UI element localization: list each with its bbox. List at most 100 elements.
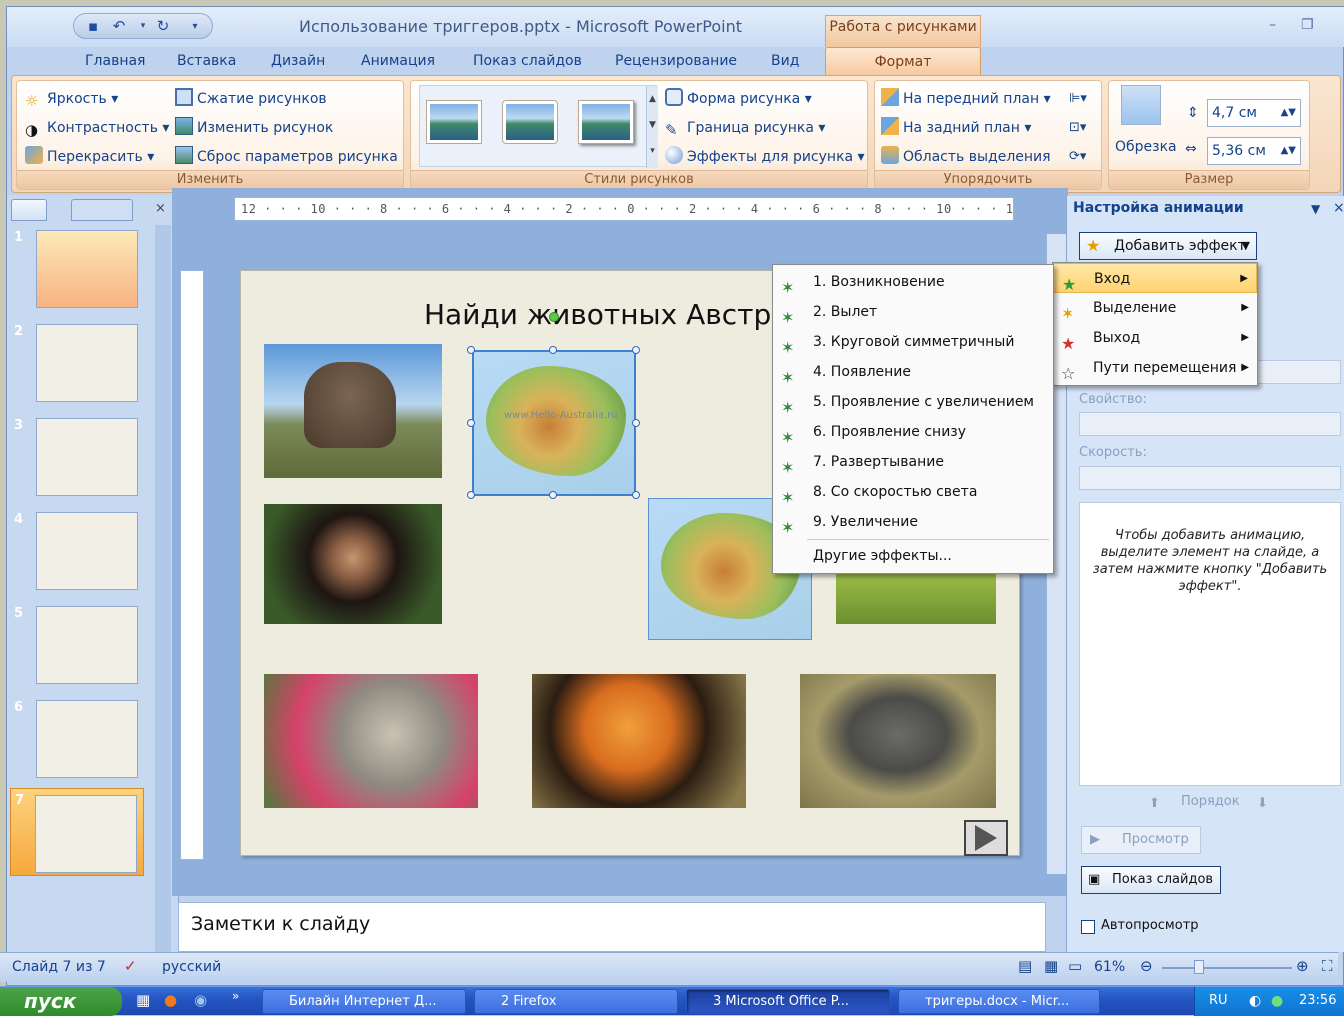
property-select[interactable] (1079, 412, 1341, 436)
input-language[interactable]: RU (1209, 987, 1228, 1015)
redo-icon[interactable]: ↻ (154, 18, 172, 35)
sorter-view-icon[interactable]: ▦ (1044, 957, 1058, 975)
rhinoceros-photo[interactable] (800, 674, 996, 808)
autopreview-checkbox[interactable] (1081, 920, 1095, 934)
minimize-icon[interactable]: – (1269, 17, 1276, 33)
slide-thumbnail-row-selected[interactable]: 7 (10, 788, 144, 876)
restore-icon[interactable]: ❐ (1301, 17, 1314, 33)
tab-format[interactable]: Формат (825, 47, 981, 77)
zoom-level[interactable]: 61% (1094, 959, 1125, 975)
resize-handle[interactable] (467, 346, 475, 354)
move-up-icon[interactable]: ⬆ (1149, 796, 1160, 811)
normal-view-icon[interactable]: ▤ (1018, 957, 1032, 975)
recolor-button[interactable]: Перекрасить ▾ (25, 145, 154, 169)
australia-map-selected[interactable]: www.Hello-Australia.ru (472, 350, 636, 496)
show-desktop-icon[interactable]: ▦ (136, 991, 150, 1009)
slide-title[interactable]: Найди животных Австра (424, 298, 788, 331)
ie-launch-icon[interactable]: ◉ (194, 991, 207, 1009)
picture-border-button[interactable]: ✎ Граница рисунка ▾ (665, 116, 825, 140)
quicklaunch-more-icon[interactable]: » (232, 989, 239, 1003)
change-picture-button[interactable]: Изменить рисунок (175, 116, 333, 140)
spellcheck-icon[interactable]: ✓ (124, 957, 137, 975)
gallery-scroll[interactable]: ▲ ▼ ▾ (646, 86, 658, 168)
style-thumbnail[interactable] (578, 100, 634, 144)
contrast-button[interactable]: ◑ Контрастность ▾ (25, 116, 169, 140)
compress-pictures-button[interactable]: Сжатие рисунков (175, 87, 327, 111)
resize-handle[interactable] (549, 491, 557, 499)
task-word[interactable]: тригеры.docx - Micr... (898, 989, 1100, 1014)
resize-handle[interactable] (632, 346, 640, 354)
start-button[interactable]: пуск (0, 987, 122, 1016)
effect-rise-up[interactable]: ✶ 6. Проявление снизу (773, 417, 1053, 447)
align-icon[interactable]: ⊫▾ (1069, 87, 1087, 111)
effect-zoom[interactable]: ✶ 9. Увеличение (773, 507, 1053, 537)
slideshow-button[interactable]: ▣ Показ слайдов (1081, 866, 1221, 894)
effect-unfold[interactable]: ✶ 7. Развертывание (773, 447, 1053, 477)
effect-more[interactable]: Другие эффекты... (773, 541, 1053, 571)
fit-slide-icon[interactable]: ⛶ (1322, 957, 1333, 975)
picture-effects-button[interactable]: Эффекты для рисунка ▾ (665, 145, 865, 169)
language-indicator[interactable]: русский (162, 959, 221, 975)
menu-item-entrance[interactable]: ★ Вход ▶ (1053, 263, 1257, 294)
slide-thumbnail-row[interactable]: 5 (6, 606, 156, 692)
move-down-icon[interactable]: ⬇ (1257, 796, 1268, 811)
customize-qat-icon[interactable]: ▾ (186, 18, 204, 35)
add-effect-button[interactable]: ★ Добавить эффект ▼ (1079, 232, 1257, 260)
slide-thumbnail-row[interactable]: 2 (6, 324, 156, 410)
tray-app-icon[interactable]: ● (1271, 987, 1283, 1015)
close-pane-icon[interactable]: × (1333, 200, 1344, 216)
width-field[interactable]: 5,36 см ▲▼ (1207, 137, 1301, 165)
width-spinner-icon[interactable]: ▲▼ (1281, 138, 1296, 164)
tab-insert[interactable]: Вставка (177, 53, 236, 69)
brightness-button[interactable]: ☼ Яркость ▾ (25, 87, 118, 111)
menu-item-exit[interactable]: ★ Выход ▶ (1053, 323, 1257, 353)
koala-photo[interactable] (264, 674, 478, 808)
pane-menu-icon[interactable]: ▼ (1311, 202, 1320, 216)
tab-design[interactable]: Дизайн (271, 53, 325, 69)
slides-scrollbar[interactable] (155, 225, 171, 955)
task-powerpoint[interactable]: 3 Microsoft Office P... (686, 989, 890, 1014)
resize-handle[interactable] (632, 419, 640, 427)
rotate-handle[interactable] (549, 312, 559, 322)
resize-handle[interactable] (467, 491, 475, 499)
slides-tab[interactable] (11, 199, 47, 221)
task-beeline[interactable]: Билайн Интернет Д... (262, 989, 466, 1014)
menu-item-emphasis[interactable]: ✶ Выделение ▶ (1053, 293, 1257, 323)
notes-area[interactable]: Заметки к слайду (178, 902, 1046, 952)
resize-handle[interactable] (632, 491, 640, 499)
zoom-slider-thumb[interactable] (1194, 960, 1204, 974)
slide-thumbnail-row[interactable]: 6 (6, 700, 156, 786)
tab-view[interactable]: Вид (771, 53, 799, 69)
undo-dropdown-icon[interactable]: ▾ (134, 18, 152, 35)
undo-icon[interactable]: ↶ (110, 18, 128, 35)
firefox-launch-icon[interactable]: ● (164, 991, 177, 1009)
effect-appear[interactable]: ✶ 1. Возникновение (773, 267, 1053, 297)
speed-select[interactable] (1079, 466, 1341, 490)
network-icon[interactable]: ◐ (1249, 987, 1261, 1015)
reset-picture-button[interactable]: Сброс параметров рисунка (175, 145, 398, 169)
selection-pane-button[interactable]: Область выделения (881, 145, 1051, 169)
zoom-slider[interactable] (1162, 967, 1292, 969)
outline-tab[interactable] (71, 199, 133, 221)
style-thumbnail[interactable] (502, 100, 558, 144)
bring-to-front-button[interactable]: На передний план ▾ (881, 87, 1051, 111)
slideshow-view-icon[interactable]: ▭ (1068, 957, 1082, 975)
style-thumbnail[interactable] (426, 100, 482, 144)
tab-slideshow[interactable]: Показ слайдов (473, 53, 582, 69)
zoom-in-icon[interactable]: ⊕ (1296, 957, 1309, 975)
height-field[interactable]: 4,7 см ▲▼ (1207, 99, 1301, 127)
crop-icon[interactable] (1121, 85, 1161, 125)
menu-item-motion-paths[interactable]: ☆ Пути перемещения ▶ (1053, 353, 1257, 383)
close-pane-icon[interactable]: × (155, 201, 166, 216)
send-to-back-button[interactable]: На задний план ▾ (881, 116, 1031, 140)
task-firefox[interactable]: 2 Firefox (474, 989, 678, 1014)
zoom-out-icon[interactable]: ⊖ (1140, 957, 1153, 975)
slide-thumbnail-row[interactable]: 1 (6, 230, 156, 316)
crop-button[interactable]: Обрезка (1115, 139, 1177, 155)
picture-shape-button[interactable]: Форма рисунка ▾ (665, 87, 812, 111)
resize-handle[interactable] (549, 346, 557, 354)
group-icon[interactable]: ⊡▾ (1069, 116, 1086, 140)
tab-home[interactable]: Главная (85, 53, 145, 69)
height-spinner-icon[interactable]: ▲▼ (1281, 100, 1296, 126)
tiger-photo[interactable] (532, 674, 746, 808)
